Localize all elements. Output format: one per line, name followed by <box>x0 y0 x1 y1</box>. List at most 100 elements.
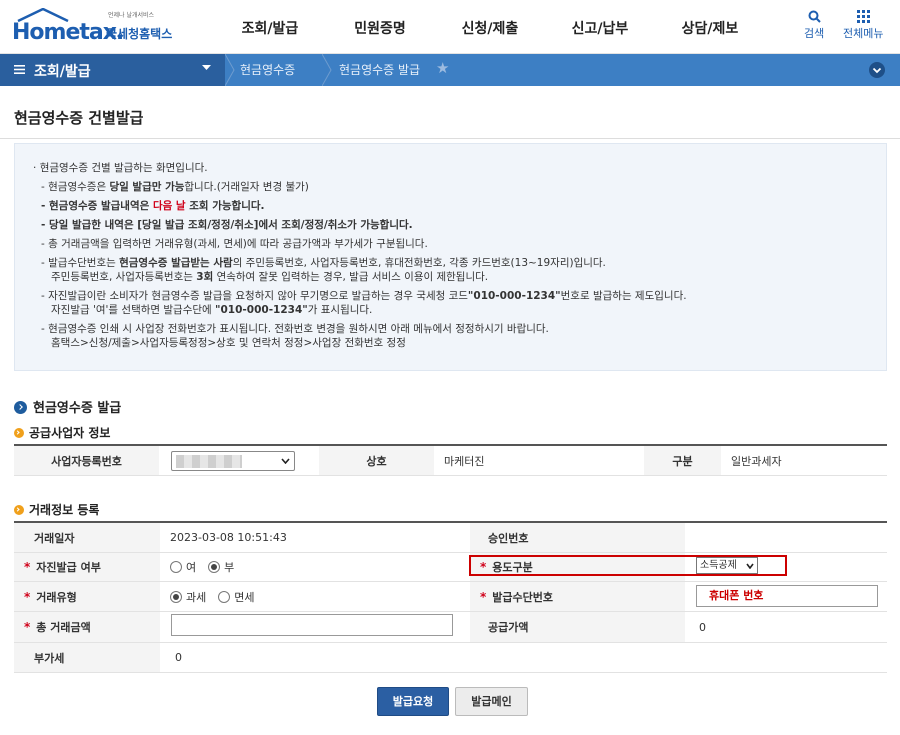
tax-type-label: 구분 <box>644 446 721 475</box>
notice-text: 연속하여 잘못 입력하는 경우, 발급 서비스 이용이 제한됩니다. <box>213 271 489 283</box>
notice-text: 당일 발급한 내역은 [당일 발급 조회/정정/취소]에서 조회/정정/취소가 … <box>49 219 413 231</box>
total-amount-input[interactable] <box>171 614 453 636</box>
breadcrumb-separator-icon <box>225 54 235 86</box>
notice-emphasis: 현금영수증 발급받는 사람 <box>119 257 233 269</box>
required-mark: * <box>480 589 487 604</box>
notice-text: 총 거래금액을 입력하면 거래유형(과세, 면세)에 따라 공급가액과 부가세가… <box>48 238 428 250</box>
notice-text: 가 표시됩니다. <box>307 304 373 316</box>
notice-line-2: - 현금영수증 발급내역은 다음 날 조회 가능합니다. <box>41 200 265 212</box>
hometax-logo[interactable]: 언제나 날개서비스 Hometax. 국세청홈택스 <box>12 8 187 46</box>
company-name-label: 상호 <box>319 446 434 475</box>
notice-line-1: - 현금영수증은 당일 발급만 가능합니다.(거래일자 변경 불가) <box>41 181 309 193</box>
self-issue-yes-radio[interactable]: 여 <box>170 559 196 575</box>
all-menu-label: 전체메뉴 <box>843 27 884 40</box>
radio-off-icon <box>170 561 182 573</box>
biz-no-label: 사업자등록번호 <box>14 446 159 475</box>
section-title: 조회/발급 <box>34 64 91 80</box>
biz-no-select[interactable] <box>171 451 295 471</box>
company-name-value: 마케터진 <box>434 446 644 475</box>
nav-report-pay[interactable]: 신고/납부 <box>545 18 655 38</box>
taxable-radio[interactable]: 과세 <box>170 589 206 605</box>
notice-line-5b: 주민등록번호, 사업자등록번호는 3회 연속하여 잘못 입력하는 경우, 발급 … <box>51 269 488 284</box>
breadcrumb-cash-receipt[interactable]: 현금영수증 <box>240 61 295 78</box>
logo-tagline: 언제나 날개서비스 <box>108 12 155 19</box>
section-dropdown[interactable]: 조회/발급 <box>0 54 225 86</box>
usage-select[interactable]: 소득공제 <box>696 557 758 574</box>
notice-box: · 현금영수증 건별 발급하는 화면입니다. - 현금영수증은 당일 발급만 가… <box>14 143 887 371</box>
global-nav: 조회/발급 민원증명 신청/제출 신고/납부 상담/제보 <box>215 18 765 38</box>
notice-text: 의 주민등록번호, 사업자등록번호, 휴대전화번호, 각종 카드번호(13~19… <box>232 257 606 269</box>
exempt-radio[interactable]: 면세 <box>218 589 255 605</box>
notice-emphasis: "010-000-1234" <box>215 304 308 316</box>
supply-label: 공급가액 <box>470 612 685 642</box>
self-issue-options: 여 부 <box>160 553 470 581</box>
date-value: 2023-03-08 10:51:43 <box>160 523 470 552</box>
notice-line-3: - 당일 발급한 내역은 [당일 발급 조회/정정/취소]에서 조회/정정/취소… <box>41 219 413 231</box>
nav-inquiry-issue[interactable]: 조회/발급 <box>215 18 325 38</box>
supplier-row: 사업자등록번호 상호 마케터진 구분 일반과세자 <box>14 446 887 476</box>
breadcrumb-separator-icon <box>322 54 332 86</box>
notice-text: 현금영수증 발급내역은 <box>49 200 153 212</box>
supplier-heading-text: 공급사업자 정보 <box>29 426 111 440</box>
radio-on-icon <box>208 561 221 573</box>
hamburger-icon <box>14 65 25 74</box>
trade-type-options: 과세 면세 <box>160 582 470 611</box>
search-icon <box>808 10 821 23</box>
notice-text: 홈택스>신청/제출>사업자등록정정>상호 및 연락처 정정>사업장 전화번호 정… <box>51 337 406 349</box>
supplier-heading: 공급사업자 정보 <box>14 424 110 441</box>
chevron-down-icon <box>872 67 882 74</box>
table-row: 거래일자 2023-03-08 10:51:43 승인번호 <box>14 523 887 553</box>
issue-means-input[interactable]: 휴대폰 번호 <box>696 585 878 607</box>
expand-menu-button[interactable] <box>869 62 885 78</box>
nav-certificates[interactable]: 민원증명 <box>325 18 435 38</box>
search-button[interactable]: 검색 <box>804 10 824 41</box>
vat-label: 부가세 <box>14 643 160 672</box>
notice-intro-text: 현금영수증 건별 발급하는 화면입니다. <box>39 162 208 174</box>
self-issue-label: 자진발급 여부 <box>36 561 101 574</box>
notice-text: 자진발급이란 소비자가 현금영수증 발급을 요청하지 않아 무기명으로 발급하는… <box>48 290 468 302</box>
issue-main-button[interactable]: 발급메인 <box>455 687 528 716</box>
section-heading-issue: 현금영수증 발급 <box>14 397 121 416</box>
radio-label: 여 <box>186 561 197 574</box>
nav-apply-submit[interactable]: 신청/제출 <box>435 18 545 38</box>
blurred-value <box>176 455 242 468</box>
transaction-heading: 거래정보 등록 <box>14 501 99 518</box>
page-title: 현금영수증 건별발급 <box>14 109 144 127</box>
notice-text: 현금영수증 인쇄 시 사업장 전화번호가 표시됩니다. 전화번호 변경을 원하시… <box>48 323 549 335</box>
trade-type-label: 거래유형 <box>36 590 77 604</box>
notice-text: 발급수단번호는 <box>48 257 120 269</box>
table-row: 부가세 0 <box>14 643 887 673</box>
logo-korean: 국세청홈택스 <box>106 27 173 41</box>
total-label: 총 거래금액 <box>36 621 91 634</box>
caret-down-icon <box>202 65 211 70</box>
chevron-down-icon <box>281 458 290 464</box>
supply-value: 0 <box>685 612 887 642</box>
top-header: 언제나 날개서비스 Hometax. 국세청홈택스 조회/발급 민원증명 신청/… <box>0 0 900 54</box>
notice-text: 합니다.(거래일자 변경 불가) <box>184 181 309 193</box>
notice-emphasis: 3회 <box>196 271 214 283</box>
means-label: 발급수단번호 <box>492 590 554 604</box>
notice-text: 주민등록번호, 사업자등록번호는 <box>51 271 197 283</box>
approval-value <box>685 523 887 552</box>
nav-consult[interactable]: 상담/제보 <box>655 18 765 38</box>
favorite-star-icon[interactable]: ★ <box>436 59 449 77</box>
radio-label: 부 <box>224 561 235 574</box>
search-label: 검색 <box>804 27 825 40</box>
radio-off-icon <box>218 590 231 603</box>
means-label-cell: * 발급수단번호 <box>470 582 685 611</box>
notice-line-4: - 총 거래금액을 입력하면 거래유형(과세, 면세)에 따라 공급가액과 부가… <box>41 238 428 250</box>
notice-red-emphasis: 다음 날 <box>152 200 186 212</box>
radio-label: 과세 <box>186 590 207 604</box>
notice-emphasis: "010-000-1234" <box>467 290 561 302</box>
all-menu-button[interactable]: 전체메뉴 <box>843 10 883 41</box>
supplier-table: 사업자등록번호 상호 마케터진 구분 일반과세자 <box>14 444 887 476</box>
radio-on-icon <box>170 590 182 603</box>
issue-request-button[interactable]: 발급요청 <box>377 687 449 716</box>
notice-line-7b: 홈택스>신청/제출>사업자등록정정>상호 및 연락처 정정>사업장 전화번호 정… <box>51 335 406 350</box>
breadcrumb-cash-receipt-issue[interactable]: 현금영수증 발급 <box>339 61 420 78</box>
notice-intro: · 현금영수증 건별 발급하는 화면입니다. <box>33 162 208 174</box>
usage-selected-value: 소득공제 <box>700 560 737 571</box>
self-issue-no-radio[interactable]: 부 <box>208 559 234 575</box>
notice-line-7: - 현금영수증 인쇄 시 사업장 전화번호가 표시됩니다. 전화번호 변경을 원… <box>41 323 549 335</box>
title-divider <box>0 138 900 139</box>
